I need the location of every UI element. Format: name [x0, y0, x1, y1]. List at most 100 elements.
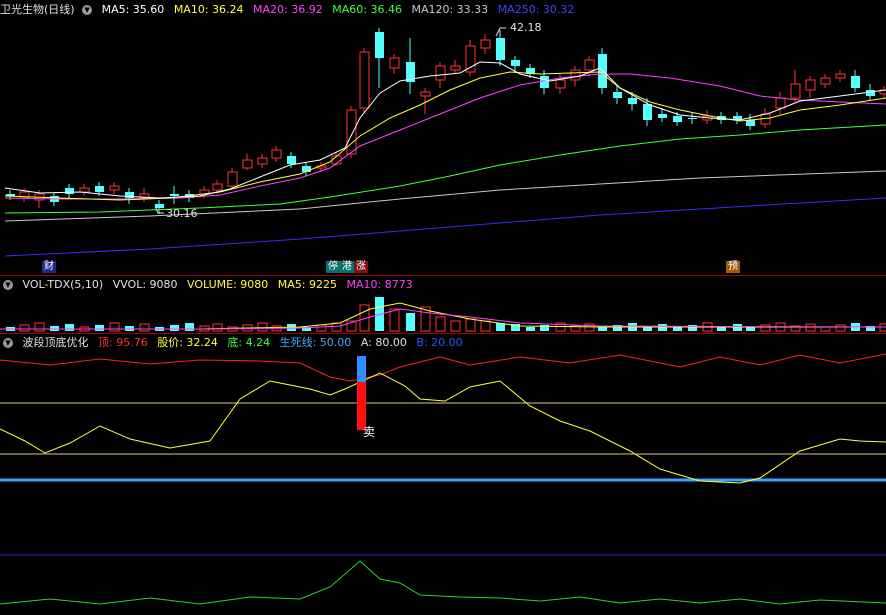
- ma5-line: [4, 61, 886, 199]
- candle-body: [775, 97, 786, 109]
- candle-body: [465, 45, 476, 73]
- ma120-value: MA120: 33.33: [411, 3, 489, 16]
- candle-body: [227, 171, 238, 187]
- candle-body: [673, 116, 682, 122]
- wave-chart[interactable]: 卖: [0, 351, 886, 615]
- price-line: [0, 372, 886, 484]
- wave-bottom: 底: 4.24: [227, 336, 271, 349]
- candle-body: [851, 76, 860, 88]
- volume-bar: [598, 327, 607, 331]
- volume-bar: [760, 324, 771, 332]
- ma250-line: [4, 197, 886, 257]
- volume-value: VOLUME: 9080: [187, 278, 269, 291]
- volume-bar: [406, 313, 415, 331]
- event-badge-hk[interactable]: 港: [340, 261, 354, 273]
- volume-bar: [805, 323, 816, 332]
- candle-body: [450, 65, 461, 71]
- wave-menu-icon[interactable]: ▼: [3, 338, 13, 348]
- wave-top: 顶: 95.76: [98, 336, 148, 349]
- volume-chart[interactable]: [0, 293, 886, 333]
- volume-bar: [170, 325, 179, 331]
- ma20-value: MA20: 36.92: [253, 3, 323, 16]
- candle-body: [643, 104, 652, 120]
- candle-body: [866, 90, 875, 96]
- volume-bar: [733, 324, 742, 331]
- candle-body: [613, 92, 622, 98]
- wave-b: B: 20.00: [416, 336, 463, 349]
- candle-body: [109, 185, 120, 191]
- signal-bar-bottom: [357, 382, 366, 430]
- volume-bar: [109, 322, 120, 332]
- candle-body: [420, 91, 431, 97]
- volume-bar: [139, 323, 150, 332]
- candle-body: [790, 83, 801, 99]
- candle-body: [242, 159, 253, 169]
- candle-body: [835, 73, 846, 79]
- top-line: [0, 353, 886, 382]
- candle-body: [540, 76, 549, 88]
- event-badge-finance[interactable]: 财: [42, 261, 56, 273]
- volume-bar: [673, 327, 682, 331]
- candle-body: [389, 57, 400, 69]
- ma250-value: MA250: 30.32: [497, 3, 575, 16]
- candle-body: [79, 187, 90, 193]
- vol-ma10-value: MA10: 8773: [346, 278, 413, 291]
- candle-body: [658, 114, 667, 118]
- wave-a: A: 80.00: [360, 336, 407, 349]
- candle-body: [511, 60, 520, 66]
- wave-panel-header: ▼ 波段顶底优化 顶: 95.76 股价: 32.24 底: 4.24 生死线:…: [0, 334, 469, 351]
- volume-bar: [450, 320, 461, 332]
- volume-bar: [526, 327, 535, 331]
- candle-body: [480, 39, 491, 49]
- candle-body: [65, 188, 74, 194]
- event-badge-limit-up[interactable]: 涨: [354, 261, 368, 273]
- expand-ma-icon[interactable]: ▼: [82, 5, 93, 15]
- volume-panel-header: ▼ VOL-TDX(5,10) VVOL: 9080 VOLUME: 9080 …: [0, 276, 419, 293]
- stock-title: 卫光生物(日线): [0, 3, 75, 16]
- high-pointer: [495, 27, 506, 37]
- vol-ma5-value: MA5: 9225: [277, 278, 338, 291]
- ma120-line: [4, 170, 886, 222]
- main-panel-header: 卫光生物(日线) ▼ MA5: 35.60 MA10: 36.24 MA20: …: [0, 1, 580, 18]
- low-annotation: 30.16: [166, 207, 198, 220]
- event-badge-suspend[interactable]: 停: [326, 261, 340, 273]
- volume-bar: [331, 322, 342, 332]
- ma5-value: MA5: 35.60: [101, 3, 165, 16]
- candle-body: [257, 157, 268, 165]
- candle-body: [435, 65, 446, 81]
- price-chart[interactable]: 42.18 30.16: [0, 18, 886, 276]
- candle-body: [375, 32, 384, 58]
- volume-bar: [658, 324, 667, 331]
- wave-title: 波段顶底优化: [22, 336, 89, 349]
- ma10-line: [4, 71, 886, 201]
- volume-bar: [879, 323, 886, 332]
- candlesticks: [6, 28, 886, 214]
- volume-bar: [435, 316, 446, 332]
- volume-bar: [746, 327, 755, 331]
- sell-signal-label: 卖: [363, 425, 375, 439]
- volume-bar: [212, 323, 223, 332]
- high-annotation: 42.18: [510, 21, 542, 34]
- candle-body: [584, 59, 595, 71]
- volume-bar: [19, 324, 30, 332]
- candle-body: [212, 183, 223, 191]
- candle-body: [287, 156, 296, 164]
- candle-body: [746, 120, 755, 126]
- volume-bar: [389, 308, 400, 332]
- candle-body: [170, 194, 179, 196]
- volume-menu-icon[interactable]: ▼: [3, 280, 13, 290]
- volume-bar: [185, 323, 194, 331]
- candle-body: [805, 79, 816, 91]
- volume-bar: [65, 324, 74, 331]
- volume-bar: [257, 322, 268, 332]
- candle-body: [346, 109, 357, 155]
- event-badge-forecast[interactable]: 预: [726, 261, 740, 273]
- vol-title: VOL-TDX(5,10): [22, 278, 104, 291]
- candle-body: [628, 98, 637, 104]
- candle-body: [155, 204, 164, 208]
- candle-body: [271, 149, 282, 159]
- volume-bar: [835, 324, 846, 332]
- volume-bar: [820, 326, 831, 332]
- wave-lifeline: 生死线: 50.00: [279, 336, 352, 349]
- candle-body: [570, 69, 581, 81]
